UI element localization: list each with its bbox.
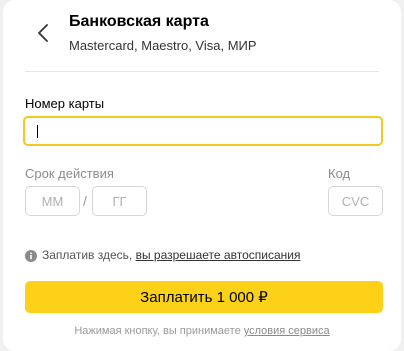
card-number-field-wrapper xyxy=(23,116,383,146)
card-number-label: Номер карты xyxy=(25,96,105,111)
cvc-field-wrapper xyxy=(328,186,383,216)
card-number-input[interactable] xyxy=(36,118,381,144)
text-caret xyxy=(37,125,38,138)
autopay-notice-text: Заплатив здесь, xyxy=(42,248,136,262)
service-terms-link[interactable]: условия сервиса xyxy=(244,325,330,337)
terms-text: Нажимая кнопку, вы принимаете xyxy=(74,325,244,337)
month-field-wrapper xyxy=(25,186,80,216)
cvc-input[interactable] xyxy=(329,193,382,209)
page-title: Банковская карта xyxy=(69,13,209,30)
back-button[interactable] xyxy=(31,21,55,45)
card-types-subtitle: Mastercard, Maestro, Visa, МИР xyxy=(69,38,257,53)
service-terms-notice: Нажимая кнопку, вы принимаете условия се… xyxy=(3,325,401,337)
chevron-left-icon xyxy=(38,24,48,42)
autopay-terms-link[interactable]: вы разрешаете автосписания xyxy=(136,248,301,262)
expiry-label: Срок действия xyxy=(25,166,114,181)
date-separator: / xyxy=(83,193,87,209)
month-input[interactable] xyxy=(26,193,79,209)
pay-button[interactable]: Заплатить 1 000 ₽ xyxy=(25,281,383,313)
autopay-notice: Заплатив здесь, вы разрешаете автосписан… xyxy=(42,248,300,262)
year-input[interactable] xyxy=(93,193,146,209)
header-divider xyxy=(25,71,379,72)
year-field-wrapper xyxy=(92,186,147,216)
payment-card-panel: Банковская карта Mastercard, Maestro, Vi… xyxy=(3,0,401,351)
info-icon xyxy=(25,250,37,262)
cvc-label: Код xyxy=(328,166,351,181)
